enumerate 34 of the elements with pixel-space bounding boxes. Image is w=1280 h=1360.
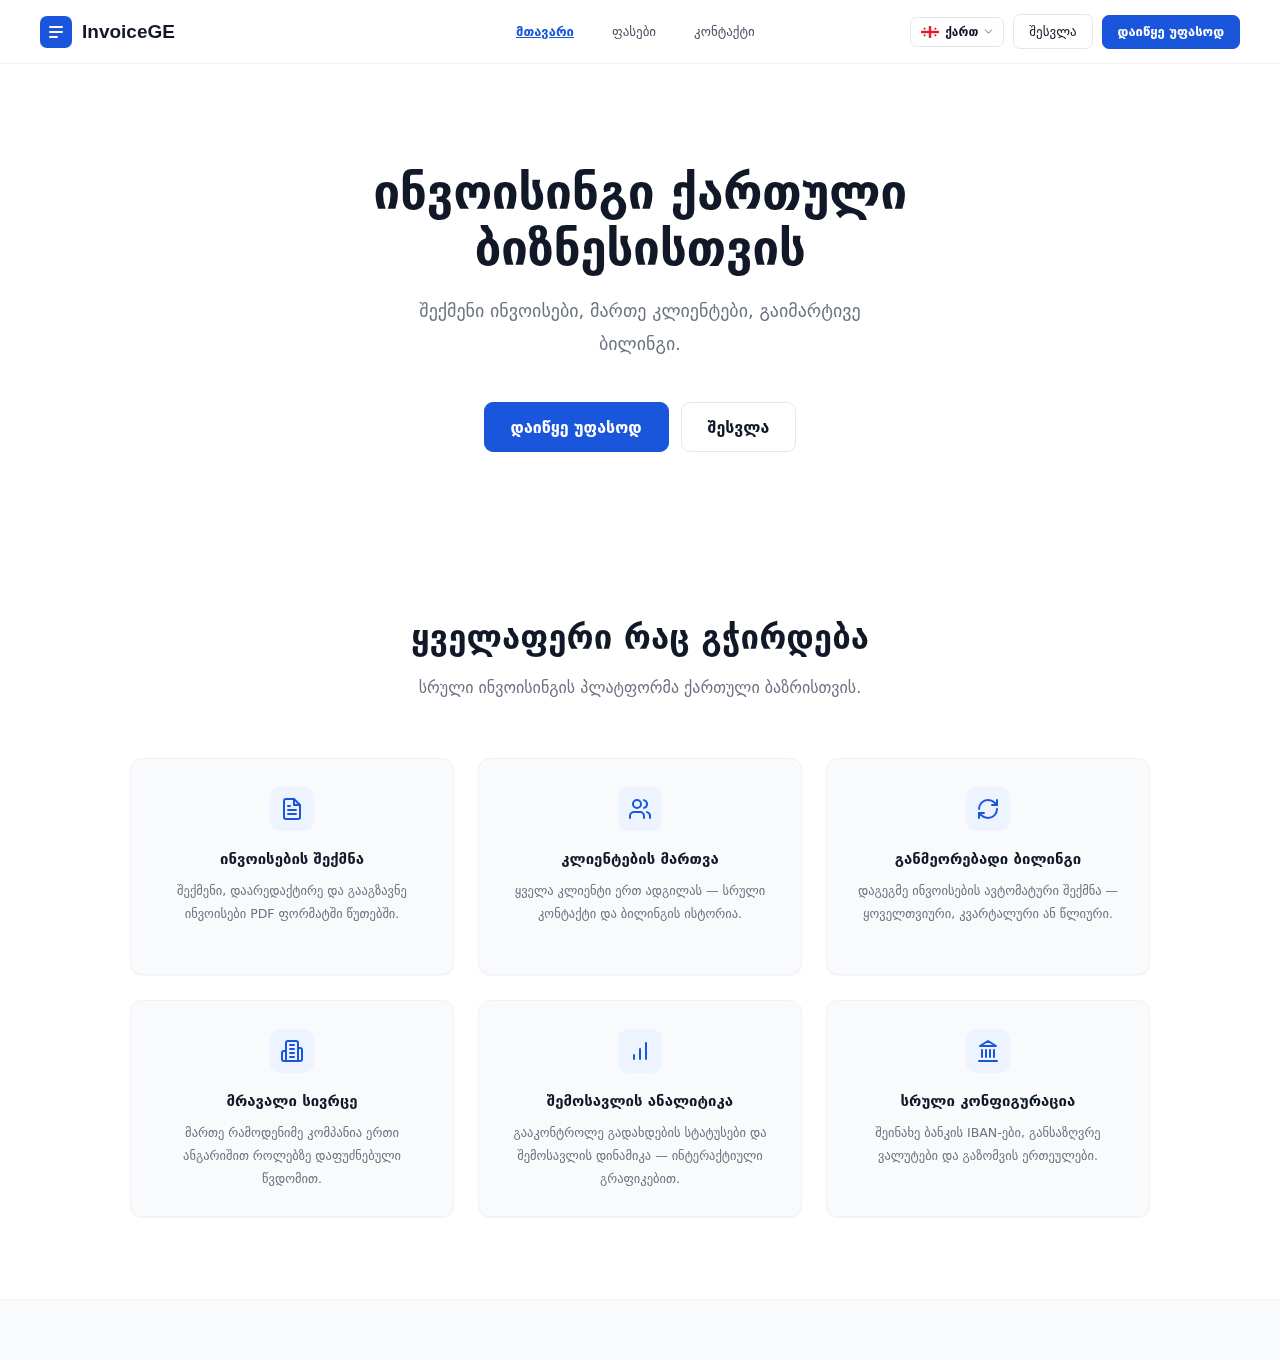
card-description: დაგეგმე ინვოისების ავტომატური შექმნა — ყოველთვიური, კვარტალური ან წლიური. bbox=[856, 882, 1120, 923]
nav-link[interactable]: მთავარი bbox=[516, 24, 574, 39]
login-button[interactable]: შესვლა bbox=[680, 402, 797, 452]
building-icon bbox=[270, 1029, 314, 1073]
refresh-icon bbox=[966, 787, 1010, 831]
section-title: ყველაფერი რაც გჭირდება bbox=[410, 617, 869, 659]
card-title: კლიენტების მართვა bbox=[561, 849, 719, 870]
signup-button[interactable]: დაიწყე უფასოდ bbox=[1101, 14, 1240, 49]
card-description: გააკონტროლე გადახდების სტატუსები და შემოსავლის დინამიკა — ინტერაქტიული გრაფიკებით. bbox=[512, 1124, 768, 1188]
card-title: სრული კონფიგურაცია bbox=[900, 1091, 1076, 1112]
signup-button[interactable]: დაიწყე უფასოდ bbox=[483, 402, 669, 452]
bank-icon bbox=[966, 1029, 1010, 1073]
users-icon bbox=[618, 787, 662, 831]
logo-text[interactable]: InvoiceGE bbox=[82, 20, 175, 43]
hero-subtitle: შექმენი ინვოისები, მართე კლიენტები, გაიმარტივე ბილინგი. bbox=[418, 299, 862, 356]
nav-link[interactable]: ფასები bbox=[611, 24, 657, 39]
document-icon bbox=[270, 787, 314, 831]
card-description: შექმენი, დაარედაქტირე და გააგზავნე ინვოისები PDF ფორმატში წუთებში. bbox=[176, 882, 408, 923]
card-title: მრავალი სივრცე bbox=[226, 1091, 358, 1112]
chevron-down-icon bbox=[984, 29, 994, 34]
flag-icon bbox=[921, 25, 940, 38]
logo-icon[interactable] bbox=[40, 15, 72, 48]
language-select[interactable]: ქართ bbox=[910, 16, 1005, 47]
card-description: შეინახე ბანკის IBAN-ები, განსაზღვრე ვალუტები და გაზომვის ერთეულები. bbox=[874, 1124, 1102, 1165]
card-description: მართე რამოდენიმე კომპანია ერთი ანგარიშით როლებზე დაფუძნებული წვდომით. bbox=[182, 1124, 402, 1188]
login-button[interactable]: შესვლა bbox=[1013, 14, 1093, 49]
card-description: ყველა კლიენტი ერთ ადგილას — სრული კონტაქტი და ბილინგის ისტორია. bbox=[513, 882, 767, 923]
card-title: ინვოისების შექმნა bbox=[220, 849, 364, 870]
hero-title: ინვოისინგი ქართული ბიზნესისთვის bbox=[372, 164, 908, 276]
section-subtitle: სრული ინვოისინგის პლატფორმა ქართული ბაზრისთვის. bbox=[418, 677, 862, 699]
bar-chart-icon bbox=[618, 1029, 662, 1073]
card-title: შემოსავლის ანალიტიკა bbox=[546, 1091, 734, 1112]
nav-link[interactable]: კონტაქტი bbox=[694, 24, 755, 39]
card-title: განმეორებადი ბილინგი bbox=[894, 849, 1082, 870]
